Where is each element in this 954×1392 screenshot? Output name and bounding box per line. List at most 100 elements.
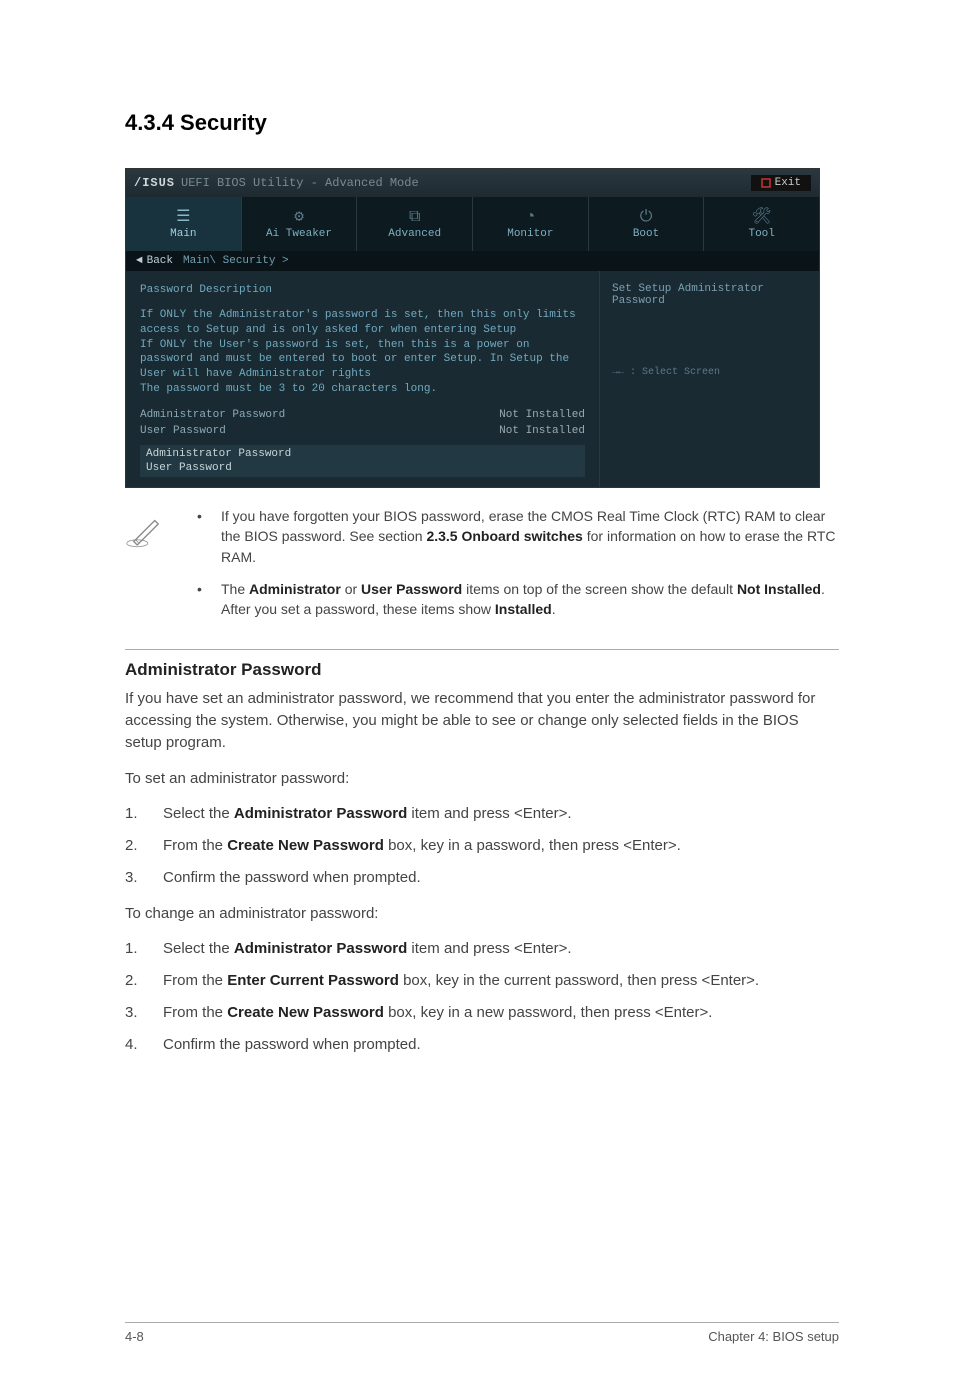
step-num-1: 1. (125, 803, 141, 825)
bios-titlebar: /ISUS UEFI BIOS Utility - Advanced Mode … (126, 169, 819, 197)
advanced-icon: ⧉ (409, 209, 420, 225)
set-step-3: 3. Confirm the password when prompted. (125, 867, 839, 889)
bios-left-panel: Password Description If ONLY the Adminis… (126, 271, 599, 487)
s1c: item and press <Enter>. (407, 805, 571, 822)
monitor-icon: ◔ (526, 209, 536, 225)
password-description-body: If ONLY the Administrator's password is … (140, 308, 585, 397)
back-label: Back (147, 255, 173, 267)
bios-tab-bar: ☰ Main ⚙ Ai Tweaker ⧉ Advanced ◔ Monitor… (126, 197, 819, 251)
note-2-a: The (221, 581, 249, 597)
tab-tool-label: Tool (748, 228, 774, 240)
back-button[interactable]: ◄ Back (136, 255, 173, 267)
step-num-2: 2. (125, 835, 141, 857)
power-icon: ⏻ (640, 209, 653, 225)
c1b: Administrator Password (234, 940, 407, 957)
user-password-item[interactable]: User Password (146, 462, 579, 474)
chg-step-4: 4. Confirm the password when prompted. (125, 1034, 839, 1056)
c2c: box, key in the current password, then p… (399, 972, 759, 989)
note-pen-icon (125, 506, 173, 631)
c2b: Enter Current Password (227, 972, 399, 989)
c1a: Select the (163, 940, 234, 957)
page-footer: 4-8 Chapter 4: BIOS setup (125, 1322, 839, 1344)
bullet-icon: • (197, 506, 203, 567)
c3b: Create New Password (227, 1004, 384, 1021)
note-2-e: items on top of the screen show the defa… (462, 581, 737, 597)
tab-advanced[interactable]: ⧉ Advanced (357, 197, 473, 251)
bios-screenshot: /ISUS UEFI BIOS Utility - Advanced Mode … (125, 168, 820, 488)
administrator-password-heading: Administrator Password (125, 660, 839, 680)
breadcrumb: ◄ Back Main\ Security > (126, 251, 819, 271)
chg-num-1: 1. (125, 938, 141, 960)
chg-step-2: 2. From the Enter Current Password box, k… (125, 970, 839, 992)
section-heading: 4.3.4 Security (125, 110, 839, 136)
tab-ai-tweaker[interactable]: ⚙ Ai Tweaker (242, 197, 358, 251)
user-password-value: Not Installed (499, 425, 585, 437)
c4: Confirm the password when prompted. (163, 1034, 839, 1056)
breadcrumb-path: Main\ Security > (183, 255, 289, 267)
bios-brand-logo: /ISUS (134, 176, 175, 190)
admin-password-value: Not Installed (499, 409, 585, 421)
password-description-title: Password Description (140, 283, 585, 298)
chg-step-1: 1. Select the Administrator Password item… (125, 938, 839, 960)
help-text: Set Setup Administrator Password (612, 283, 807, 307)
tab-main-label: Main (170, 228, 196, 240)
note-1: • If you have forgotten your BIOS passwo… (197, 506, 839, 567)
user-password-label: User Password (140, 425, 226, 437)
s2b: Create New Password (227, 837, 384, 854)
bios-mode-label: UEFI BIOS Utility - Advanced Mode (181, 176, 419, 190)
exit-icon (761, 178, 771, 188)
tab-boot-label: Boot (633, 228, 659, 240)
tab-boot[interactable]: ⏻ Boot (589, 197, 705, 251)
s2c: box, key in a password, then press <Ente… (384, 837, 681, 854)
step-num-3: 3. (125, 867, 141, 889)
bullet-icon: • (197, 579, 203, 620)
s2a: From the (163, 837, 227, 854)
list-icon: ☰ (176, 209, 190, 225)
set-step-2: 2. From the Create New Password box, key … (125, 835, 839, 857)
c2a: From the (163, 972, 227, 989)
chg-num-2: 2. (125, 970, 141, 992)
admin-password-status-row: Administrator Password Not Installed (140, 407, 585, 423)
set-step-1: 1. Select the Administrator Password item… (125, 803, 839, 825)
note-2: • The Administrator or User Password ite… (197, 579, 839, 620)
note-1-bold: 2.3.5 Onboard switches (426, 528, 582, 544)
s1b: Administrator Password (234, 805, 407, 822)
admin-password-intro: If you have set an administrator passwor… (125, 688, 839, 753)
chip-icon: ⚙ (294, 209, 304, 225)
note-2-b: Administrator (249, 581, 341, 597)
help-footnote: →← : Select Screen (612, 367, 807, 378)
note-2-d: User Password (361, 581, 462, 597)
tool-icon: 🛠 (752, 209, 772, 225)
chg-num-4: 4. (125, 1034, 141, 1056)
tab-mon-label: Monitor (507, 228, 553, 240)
arrow-left-icon: ◄ (136, 255, 143, 267)
chg-num-3: 3. (125, 1002, 141, 1024)
change-password-lead: To change an administrator password: (125, 903, 839, 925)
tab-tool[interactable]: 🛠 Tool (704, 197, 819, 251)
administrator-password-item[interactable]: Administrator Password (146, 448, 579, 460)
s3: Confirm the password when prompted. (163, 867, 839, 889)
exit-label: Exit (775, 177, 801, 189)
chapter-label: Chapter 4: BIOS setup (708, 1329, 839, 1344)
bios-help-panel: Set Setup Administrator Password →← : Se… (599, 271, 819, 487)
s1a: Select the (163, 805, 234, 822)
c3c: box, key in a new password, then press <… (384, 1004, 713, 1021)
divider (125, 649, 839, 650)
tab-adv-label: Advanced (388, 228, 441, 240)
c3a: From the (163, 1004, 227, 1021)
page-number: 4-8 (125, 1329, 144, 1344)
note-2-h: Installed (495, 601, 552, 617)
tab-monitor[interactable]: ◔ Monitor (473, 197, 589, 251)
c1c: item and press <Enter>. (407, 940, 571, 957)
exit-button[interactable]: Exit (751, 175, 811, 191)
set-password-lead: To set an administrator password: (125, 768, 839, 790)
tab-ai-label: Ai Tweaker (266, 228, 332, 240)
note-2-c: or (341, 581, 361, 597)
admin-password-label: Administrator Password (140, 409, 285, 421)
user-password-status-row: User Password Not Installed (140, 423, 585, 439)
note-2-i: . (552, 601, 556, 617)
chg-step-3: 3. From the Create New Password box, key … (125, 1002, 839, 1024)
note-2-f: Not Installed (737, 581, 821, 597)
selectable-items: Administrator Password User Password (140, 445, 585, 477)
tab-main[interactable]: ☰ Main (126, 197, 242, 251)
